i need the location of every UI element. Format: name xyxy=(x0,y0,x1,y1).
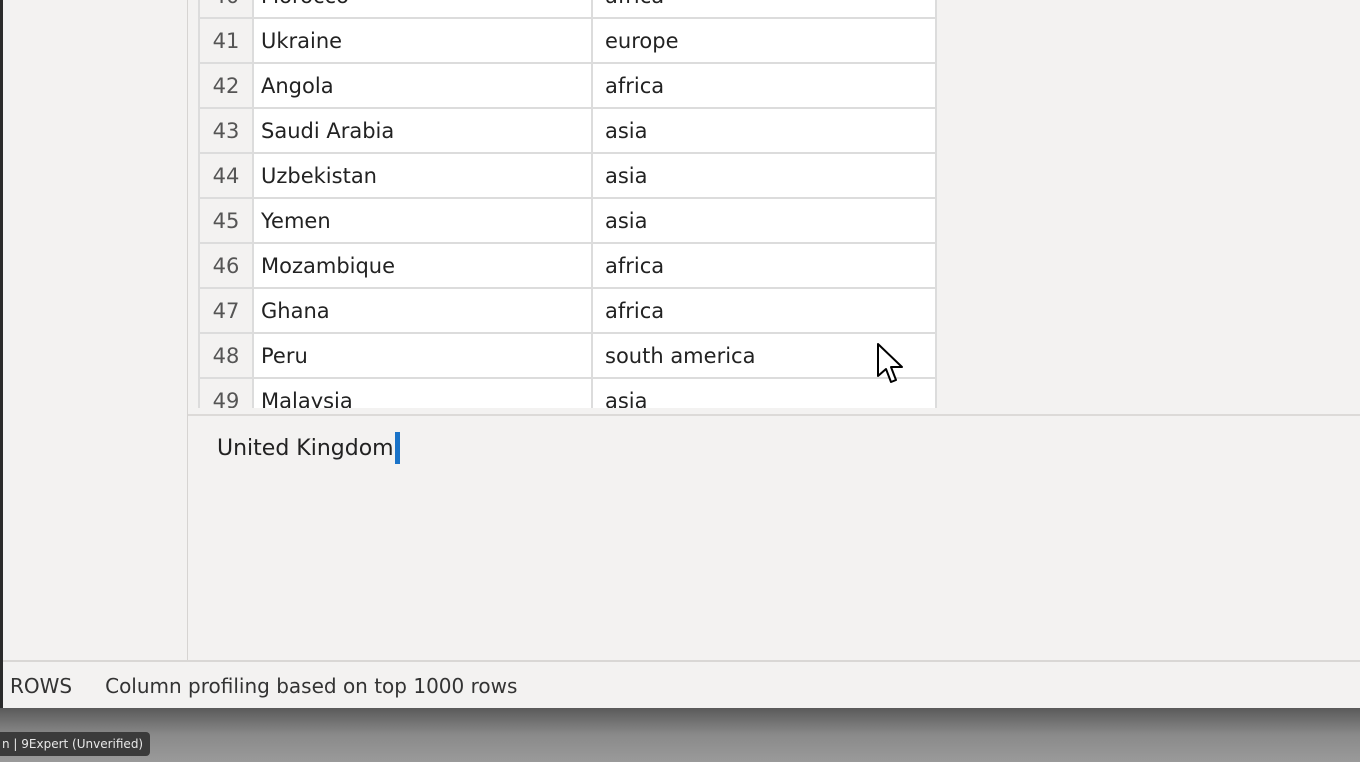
country-cell[interactable]: Uzbekistan xyxy=(252,152,593,199)
region-cell[interactable]: africa xyxy=(591,242,937,289)
row-number-cell[interactable]: 42 xyxy=(198,62,254,109)
row-number-cell[interactable]: 43 xyxy=(198,107,254,154)
data-grid-area[interactable]: 40Moroccoafrica41Ukraineeurope42Angolaaf… xyxy=(188,0,1360,408)
taskbar xyxy=(0,708,1360,762)
queries-pane xyxy=(3,0,188,660)
row-number-cell[interactable]: 48 xyxy=(198,332,254,379)
data-grid: 40Moroccoafrica41Ukraineeurope42Angolaaf… xyxy=(198,0,937,408)
region-cell[interactable]: africa xyxy=(591,287,937,334)
cell-value-preview[interactable]: United Kingdom xyxy=(217,432,400,464)
country-cell[interactable]: Morocco xyxy=(252,0,593,19)
country-cell[interactable]: Mozambique xyxy=(252,242,593,289)
status-profiling-text[interactable]: Column profiling based on top 1000 rows xyxy=(105,674,517,698)
row-number-cell[interactable]: 49 xyxy=(198,377,254,408)
country-cell[interactable]: Saudi Arabia xyxy=(252,107,593,154)
region-cell[interactable]: asia xyxy=(591,197,937,244)
table-row[interactable]: 47 Ghana africa xyxy=(198,287,937,334)
text-caret xyxy=(394,432,400,464)
country-cell[interactable]: Yemen xyxy=(252,197,593,244)
pane-divider[interactable] xyxy=(188,414,1360,416)
mouse-pointer-icon xyxy=(877,343,903,383)
taskbar-tooltip: n | 9Expert (Unverified) xyxy=(0,732,151,756)
table-row[interactable]: 43 Saudi Arabia asia xyxy=(198,107,937,154)
country-cell[interactable]: Angola xyxy=(252,62,593,109)
table-row[interactable]: 49 Malaysia asia xyxy=(198,377,937,408)
row-number-cell[interactable]: 41 xyxy=(198,17,254,64)
row-number-cell[interactable]: 44 xyxy=(198,152,254,199)
row-number-cell[interactable]: 47 xyxy=(198,287,254,334)
power-query-editor: 40Moroccoafrica41Ukraineeurope42Angolaaf… xyxy=(3,0,1360,710)
cell-value-text: United Kingdom xyxy=(217,435,394,461)
row-number-cell[interactable]: 40 xyxy=(198,0,254,19)
table-row[interactable]: 41 Ukraine europe xyxy=(198,17,937,64)
region-cell[interactable]: africa xyxy=(591,62,937,109)
row-number-cell[interactable]: 46 xyxy=(198,242,254,289)
table-row[interactable]: 44 Uzbekistan asia xyxy=(198,152,937,199)
country-cell[interactable]: Peru xyxy=(252,332,593,379)
country-cell[interactable]: Malaysia xyxy=(252,377,593,408)
table-row[interactable]: 42 Angola africa xyxy=(198,62,937,109)
table-row[interactable]: 48 Peru south america xyxy=(198,332,937,379)
country-cell[interactable]: Ukraine xyxy=(252,17,593,64)
region-cell[interactable]: asia xyxy=(591,152,937,199)
region-cell[interactable]: africa xyxy=(591,0,937,19)
table-row[interactable]: 45 Yemen asia xyxy=(198,197,937,244)
country-cell[interactable]: Ghana xyxy=(252,287,593,334)
status-bar: ROWS Column profiling based on top 1000 … xyxy=(3,660,1360,710)
status-rows-label: ROWS xyxy=(10,674,73,698)
region-cell[interactable]: europe xyxy=(591,17,937,64)
row-number-cell[interactable]: 45 xyxy=(198,197,254,244)
table-row[interactable]: 46 Mozambique africa xyxy=(198,242,937,289)
table-row[interactable]: 40Moroccoafrica xyxy=(198,0,937,19)
region-cell[interactable]: asia xyxy=(591,107,937,154)
